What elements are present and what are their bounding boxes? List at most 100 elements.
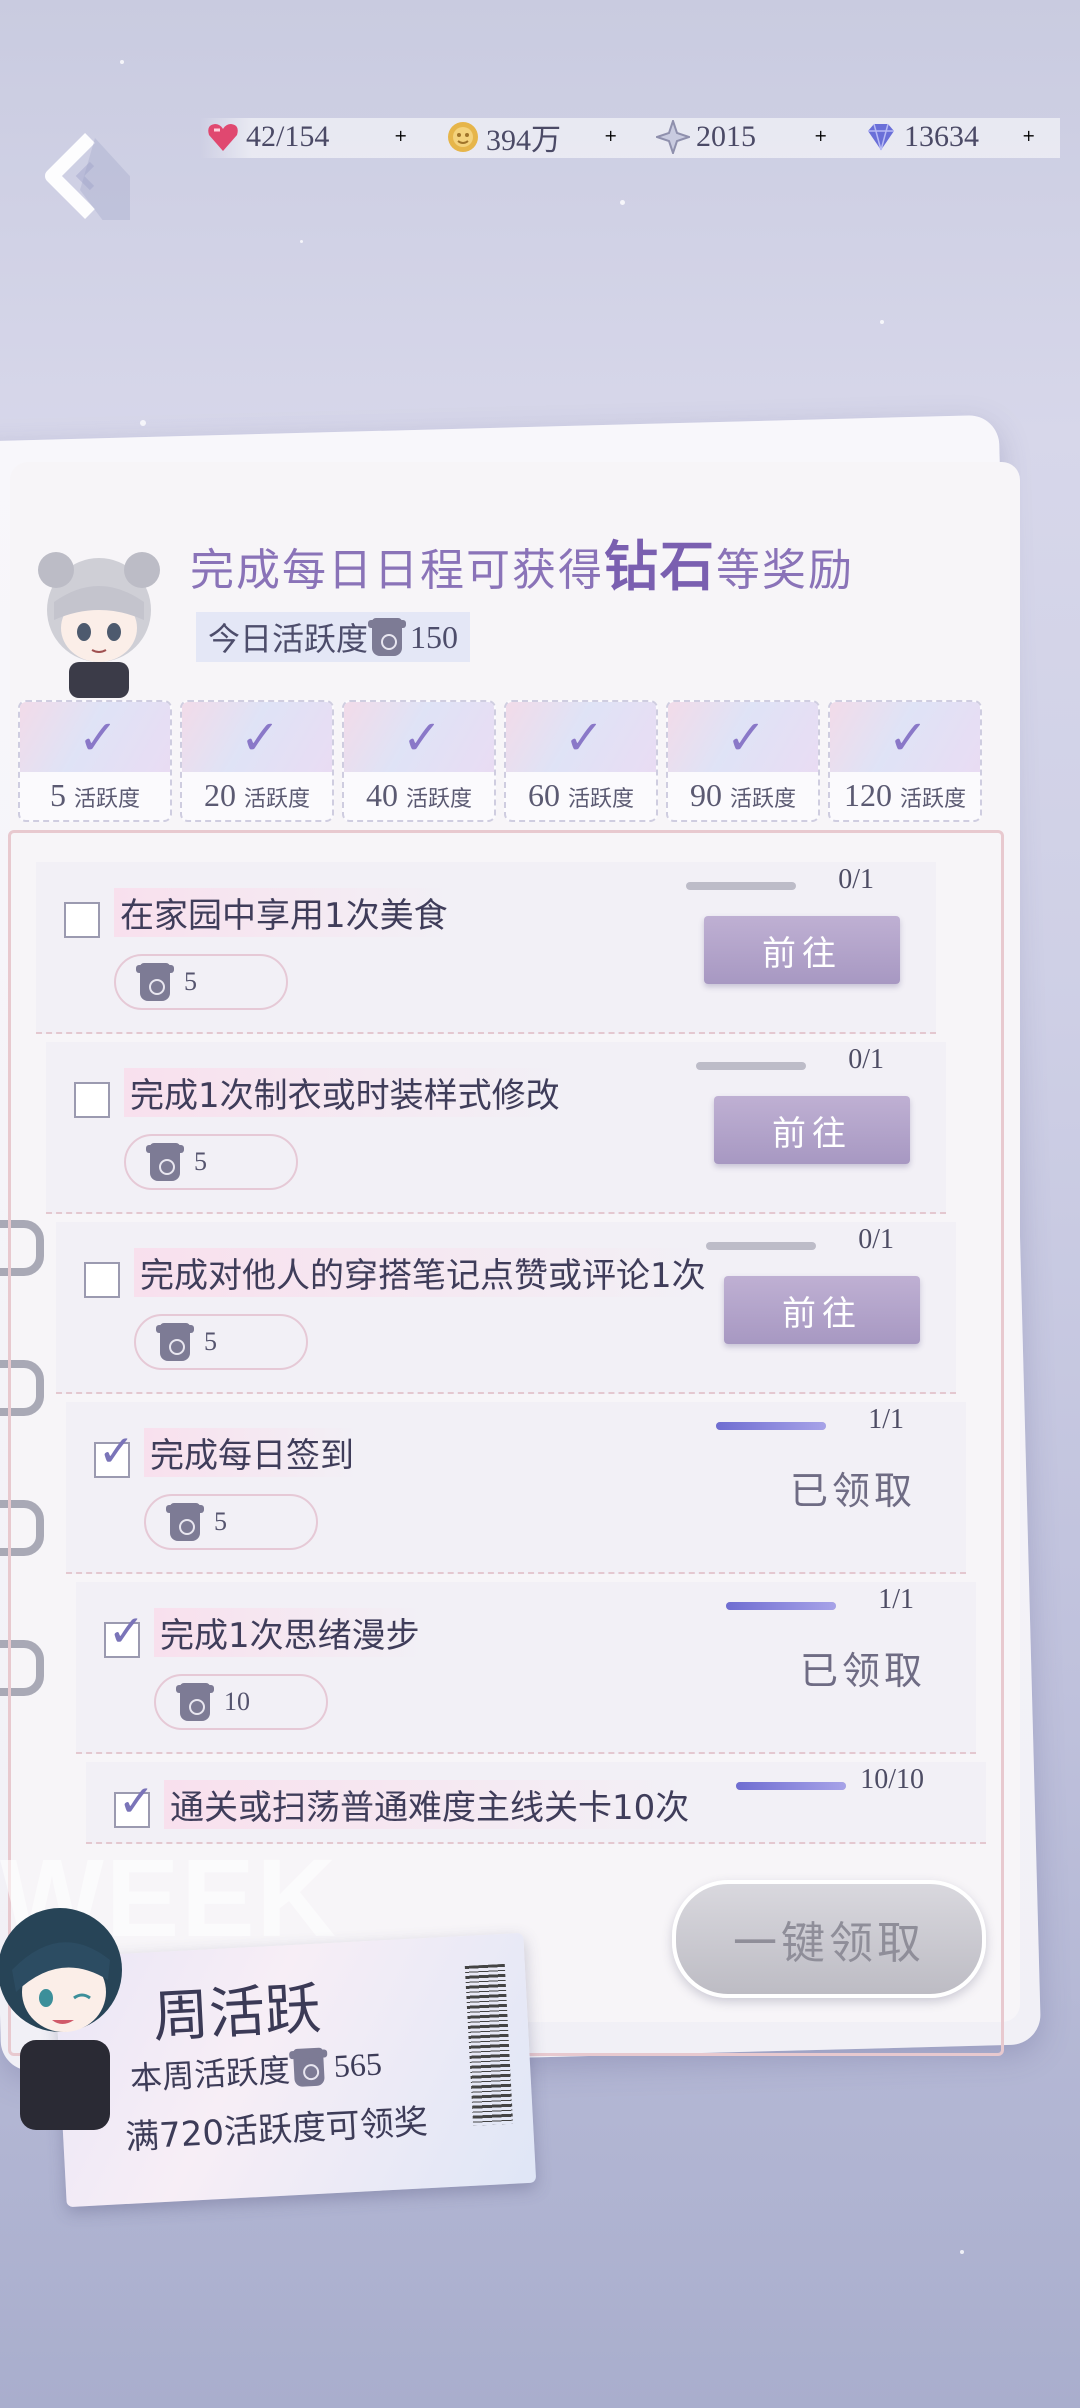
today-activity-label: 今日活跃度 xyxy=(208,620,369,658)
task-reward: 10 xyxy=(154,1674,328,1730)
resource-stamina: 42/154 xyxy=(206,112,329,162)
character-chibi xyxy=(0,1908,122,2130)
resource-crystal: 2015 xyxy=(656,112,756,162)
task-progress-bar xyxy=(726,1602,836,1610)
task-row: ✓ 通关或扫荡普通难度主线关卡10次 10/10 xyxy=(86,1762,986,1844)
diamond-value: 13634 xyxy=(904,120,979,153)
task-progress-bar xyxy=(686,882,796,890)
today-activity: 今日活跃度 150 xyxy=(196,612,471,662)
diamond-icon xyxy=(868,123,894,151)
task-progress-bar xyxy=(716,1422,826,1430)
task-checkbox xyxy=(74,1082,110,1118)
weekly-title: 周活跃 xyxy=(151,1978,323,2050)
milestone-ticket[interactable]: ✓ 90 活跃度 xyxy=(666,700,820,822)
milestone-ticket[interactable]: ✓ 20 活跃度 xyxy=(180,700,334,822)
task-name: 完成1次制衣或时装样式修改 xyxy=(124,1068,566,1117)
check-icon: ✓ xyxy=(108,1606,145,1657)
coffee-cup-icon xyxy=(292,2047,325,2088)
milestone-ticket[interactable]: ✓ 120 活跃度 xyxy=(828,700,982,822)
task-row: ✓ 完成每日签到 5 1/1 已领取 xyxy=(66,1402,966,1574)
checkmark-icon: ✓ xyxy=(888,710,929,766)
task-name: 完成每日签到 xyxy=(144,1428,360,1477)
checkmark-icon: ✓ xyxy=(564,710,605,766)
checkmark-icon: ✓ xyxy=(726,710,767,766)
resource-diamond: 13634 xyxy=(864,112,979,162)
milestone-value: 40 xyxy=(365,777,398,813)
task-row: ✓ 完成1次思绪漫步 10 1/1 已领取 xyxy=(76,1582,976,1754)
title-emphasis: 钻石 xyxy=(604,537,716,597)
task-row: 完成1次制衣或时装样式修改 5 0/1 前往 xyxy=(46,1042,946,1214)
task-reward: 5 xyxy=(124,1134,298,1190)
milestone-unit: 活跃度 xyxy=(405,787,472,812)
task-progress-text: 10/10 xyxy=(860,1764,924,1795)
title-text-end: 等奖励 xyxy=(716,546,854,595)
checkmark-icon: ✓ xyxy=(402,710,443,766)
task-reward-amount: 5 xyxy=(214,1507,227,1536)
go-button[interactable]: 前往 xyxy=(724,1276,920,1344)
task-reward: 5 xyxy=(114,954,288,1010)
task-name: 在家园中享用1次美食 xyxy=(114,888,454,937)
add-gold-button[interactable]: + xyxy=(604,110,617,160)
task-reward-amount: 5 xyxy=(194,1147,207,1176)
task-progress-text: 1/1 xyxy=(878,1584,914,1615)
go-button[interactable]: 前往 xyxy=(704,916,900,984)
task-reward: 5 xyxy=(134,1314,308,1370)
barcode xyxy=(464,1963,514,2126)
task-row: 完成对他人的穿搭笔记点赞或评论1次 5 0/1 前往 xyxy=(56,1222,956,1394)
task-progress-bar xyxy=(736,1782,846,1790)
milestone-unit: 活跃度 xyxy=(243,787,310,812)
character-avatar xyxy=(38,552,160,698)
weekly-activity-label: 本周活跃度 xyxy=(129,2051,292,2098)
add-diamond-button[interactable]: + xyxy=(1022,110,1035,160)
milestone-unit: 活跃度 xyxy=(567,787,634,812)
coffee-cup-icon xyxy=(156,1323,194,1361)
crystal-star-icon xyxy=(656,120,690,154)
task-progress-bar xyxy=(706,1242,816,1250)
milestone-unit: 活跃度 xyxy=(729,787,796,812)
milestone-value: 120 xyxy=(843,777,892,813)
check-icon: ✓ xyxy=(98,1426,135,1477)
coffee-cup-icon xyxy=(136,963,174,1001)
coffee-cup-icon xyxy=(166,1503,204,1541)
task-checkbox: ✓ xyxy=(104,1606,145,1658)
task-checkbox xyxy=(64,902,100,938)
task-name: 通关或扫荡普通难度主线关卡10次 xyxy=(164,1780,696,1829)
stamina-value: 42/154 xyxy=(246,120,330,153)
coffee-cup-icon xyxy=(146,1143,184,1181)
task-progress-text: 1/1 xyxy=(868,1404,904,1435)
task-checkbox: ✓ xyxy=(94,1426,135,1478)
task-reward-amount: 5 xyxy=(204,1327,217,1356)
add-stamina-button[interactable]: + xyxy=(394,110,407,160)
task-progress-text: 0/1 xyxy=(848,1044,884,1075)
milestone-unit: 活跃度 xyxy=(899,787,966,812)
title-text: 完成每日日程可获得 xyxy=(190,546,604,595)
gold-value: 394万 xyxy=(486,124,561,157)
task-reward-amount: 10 xyxy=(224,1687,250,1716)
crystal-value: 2015 xyxy=(696,120,756,153)
checkmark-icon: ✓ xyxy=(240,710,281,766)
milestone-ticket[interactable]: ✓ 40 活跃度 xyxy=(342,700,496,822)
milestone-value: 60 xyxy=(527,777,560,813)
task-progress-text: 0/1 xyxy=(858,1224,894,1255)
task-reward: 5 xyxy=(144,1494,318,1550)
weekly-reward-note: 满720活跃度可领奖 xyxy=(124,2102,429,2158)
checkmark-icon: ✓ xyxy=(78,710,119,766)
gold-coin-icon xyxy=(448,122,478,152)
resource-gold: 394万 xyxy=(446,112,561,162)
coffee-cup-icon xyxy=(368,618,407,656)
milestone-ticket[interactable]: ✓ 5 活跃度 xyxy=(18,700,172,822)
milestone-ticket[interactable]: ✓ 60 活跃度 xyxy=(504,700,658,822)
milestone-value: 20 xyxy=(203,777,236,813)
task-name: 完成对他人的穿搭笔记点赞或评论1次 xyxy=(134,1248,712,1297)
task-name: 完成1次思绪漫步 xyxy=(154,1608,426,1657)
task-row: 在家园中享用1次美食 5 0/1 前往 xyxy=(36,862,936,1034)
check-icon: ✓ xyxy=(118,1776,155,1827)
go-button[interactable]: 前往 xyxy=(714,1096,910,1164)
coffee-cup-icon xyxy=(176,1683,214,1721)
milestone-value: 5 xyxy=(49,777,66,813)
today-activity-value: 150 xyxy=(410,618,459,655)
add-crystal-button[interactable]: + xyxy=(814,110,827,160)
claim-all-button[interactable]: 一键领取 xyxy=(672,1880,986,1998)
milestone-rewards: ✓ 5 活跃度 ✓ 20 活跃度 ✓ 40 活跃度 ✓ 60 活跃度 ✓ 90 活跃度 ✓… xyxy=(18,700,998,822)
back-arrow-icon[interactable] xyxy=(40,130,130,220)
